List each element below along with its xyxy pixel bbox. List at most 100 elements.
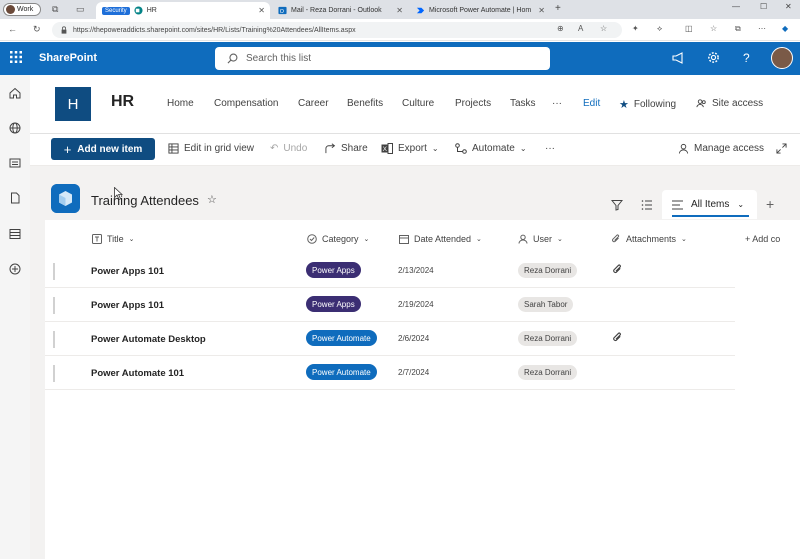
row-selector[interactable] xyxy=(53,297,55,314)
back-icon[interactable]: ← xyxy=(8,24,17,34)
nav-career[interactable]: Career xyxy=(298,98,329,109)
help-icon[interactable]: ? xyxy=(743,51,750,65)
row-title[interactable]: Power Apps 101 xyxy=(91,300,164,311)
megaphone-icon[interactable] xyxy=(672,52,685,64)
news-icon[interactable] xyxy=(9,157,21,169)
user-chip[interactable]: Sarah Tabor xyxy=(518,297,574,312)
extension-icon[interactable]: ✦ xyxy=(632,24,639,33)
extensions-puzzle-icon[interactable]: ⟡ xyxy=(657,24,662,34)
nav-more[interactable]: ··· xyxy=(552,98,562,109)
user-chip[interactable]: Reza Dorrani xyxy=(518,365,578,380)
undo-button[interactable]: ↶ Undo xyxy=(270,143,307,154)
document-icon[interactable] xyxy=(9,192,21,204)
close-tab-icon[interactable]: ✕ xyxy=(538,6,545,15)
read-aloud-icon[interactable]: A xyxy=(578,24,583,33)
people-icon xyxy=(696,99,706,108)
table-row[interactable]: Power Automate Desktop Power Automate 2/… xyxy=(45,322,735,356)
column-header-user[interactable]: User ⌄ xyxy=(518,234,563,244)
add-column-button[interactable]: + Add co xyxy=(745,234,780,244)
collections-icon[interactable]: ⧉ xyxy=(735,24,741,34)
site-name[interactable]: HR xyxy=(111,93,134,111)
tab-actions-icon[interactable]: ▭ xyxy=(76,4,85,15)
row-title[interactable]: Power Automate Desktop xyxy=(91,334,206,345)
row-title[interactable]: Power Automate 101 xyxy=(91,368,184,379)
nav-compensation[interactable]: Compensation xyxy=(214,98,278,109)
nav-edit[interactable]: Edit xyxy=(583,98,600,109)
add-new-item-button[interactable]: + Add new item xyxy=(51,138,155,160)
row-date: 2/13/2024 xyxy=(398,266,434,275)
user-chip[interactable]: Reza Dorrani xyxy=(518,263,578,278)
user-avatar[interactable] xyxy=(771,47,793,69)
list-title[interactable]: Training Attendees xyxy=(91,193,199,208)
tab-power-automate[interactable]: Microsoft Power Automate | Hom ✕ xyxy=(410,2,550,19)
table-row[interactable]: Power Apps 101 Power Apps 2/19/2024 Sara… xyxy=(45,288,735,322)
view-selector[interactable]: All Items ⌄ xyxy=(662,190,757,219)
undo-label: Undo xyxy=(283,143,308,154)
column-header-date[interactable]: Date Attended ⌄ xyxy=(399,234,482,244)
nav-culture[interactable]: Culture xyxy=(402,98,434,109)
add-view-icon[interactable]: + xyxy=(766,196,774,212)
row-date: 2/19/2024 xyxy=(398,300,434,309)
lists-icon[interactable] xyxy=(9,228,21,240)
following-button[interactable]: ★ Following xyxy=(619,98,676,111)
table-row[interactable]: Power Automate 101 Power Automate 2/7/20… xyxy=(45,356,735,390)
copilot-icon[interactable]: ◆ xyxy=(782,24,788,33)
profile-button[interactable]: Work xyxy=(3,3,41,16)
nav-tasks[interactable]: Tasks xyxy=(510,98,536,109)
row-title[interactable]: Power Apps 101 xyxy=(91,266,164,277)
close-tab-icon[interactable]: ✕ xyxy=(258,6,265,15)
globe-icon[interactable] xyxy=(9,122,21,134)
close-tab-icon[interactable]: ✕ xyxy=(396,6,403,15)
filter-icon[interactable] xyxy=(611,199,623,211)
chevron-down-icon: ⌄ xyxy=(363,236,370,243)
column-header-title[interactable]: Title ⌄ xyxy=(92,234,135,244)
url-text: https://thepoweraddicts.sharepoint.com/s… xyxy=(73,26,356,34)
site-access-button[interactable]: Site access xyxy=(696,98,763,109)
tab-hr[interactable]: Security HR ✕ xyxy=(96,2,270,19)
close-window-icon[interactable]: ✕ xyxy=(785,2,792,11)
table-row[interactable]: Power Apps 101 Power Apps 2/13/2024 Reza… xyxy=(45,254,735,288)
favorite-icon[interactable]: ☆ xyxy=(600,24,607,33)
export-button[interactable]: X Export ⌄ xyxy=(381,143,439,154)
column-header-attachments[interactable]: Attachments ⌄ xyxy=(611,234,687,244)
group-icon[interactable] xyxy=(641,199,653,211)
settings-gear-icon[interactable] xyxy=(707,51,720,64)
list-icon xyxy=(51,184,80,213)
refresh-icon[interactable]: ↻ xyxy=(33,24,41,35)
expand-icon[interactable] xyxy=(776,143,787,154)
zoom-icon[interactable]: ⊕ xyxy=(557,24,564,33)
create-icon[interactable] xyxy=(9,263,21,275)
row-selector[interactable] xyxy=(53,331,55,348)
nav-benefits[interactable]: Benefits xyxy=(347,98,383,109)
more-commands-button[interactable]: ··· xyxy=(545,143,555,154)
share-button[interactable]: Share xyxy=(325,143,368,154)
category-pill: Power Apps xyxy=(306,296,361,312)
edit-grid-view-button[interactable]: Edit in grid view xyxy=(168,143,254,154)
column-label: Title xyxy=(107,234,124,244)
app-launcher-icon[interactable] xyxy=(10,51,22,63)
user-chip[interactable]: Reza Dorrani xyxy=(518,331,578,346)
manage-access-button[interactable]: Manage access xyxy=(678,143,764,154)
favorite-star-icon[interactable]: ☆ xyxy=(207,193,217,206)
manage-access-label: Manage access xyxy=(694,143,765,154)
choice-column-icon xyxy=(307,234,317,244)
minimize-icon[interactable]: — xyxy=(732,2,740,11)
new-tab-icon[interactable]: + xyxy=(555,3,561,14)
row-selector[interactable] xyxy=(53,365,55,382)
nav-projects[interactable]: Projects xyxy=(455,98,491,109)
tab-outlook[interactable]: O Mail - Reza Dorrani - Outlook ✕ xyxy=(272,2,408,19)
home-icon[interactable] xyxy=(9,87,21,99)
automate-button[interactable]: Automate ⌄ xyxy=(455,143,527,154)
site-logo[interactable]: H xyxy=(55,87,91,121)
nav-home[interactable]: Home xyxy=(167,98,194,109)
search-box[interactable]: Search this list xyxy=(215,47,550,70)
maximize-icon[interactable]: ☐ xyxy=(760,2,767,11)
app-name[interactable]: SharePoint xyxy=(39,52,97,64)
workspaces-icon[interactable]: ⧉ xyxy=(52,4,58,15)
split-screen-icon[interactable]: ◫ xyxy=(685,24,693,33)
column-header-category[interactable]: Category ⌄ xyxy=(307,234,369,244)
more-icon[interactable]: ⋯ xyxy=(758,24,766,33)
url-field[interactable]: https://thepoweraddicts.sharepoint.com/s… xyxy=(52,22,622,38)
row-selector[interactable] xyxy=(53,263,55,280)
favorites-bar-icon[interactable]: ☆ xyxy=(710,24,717,33)
